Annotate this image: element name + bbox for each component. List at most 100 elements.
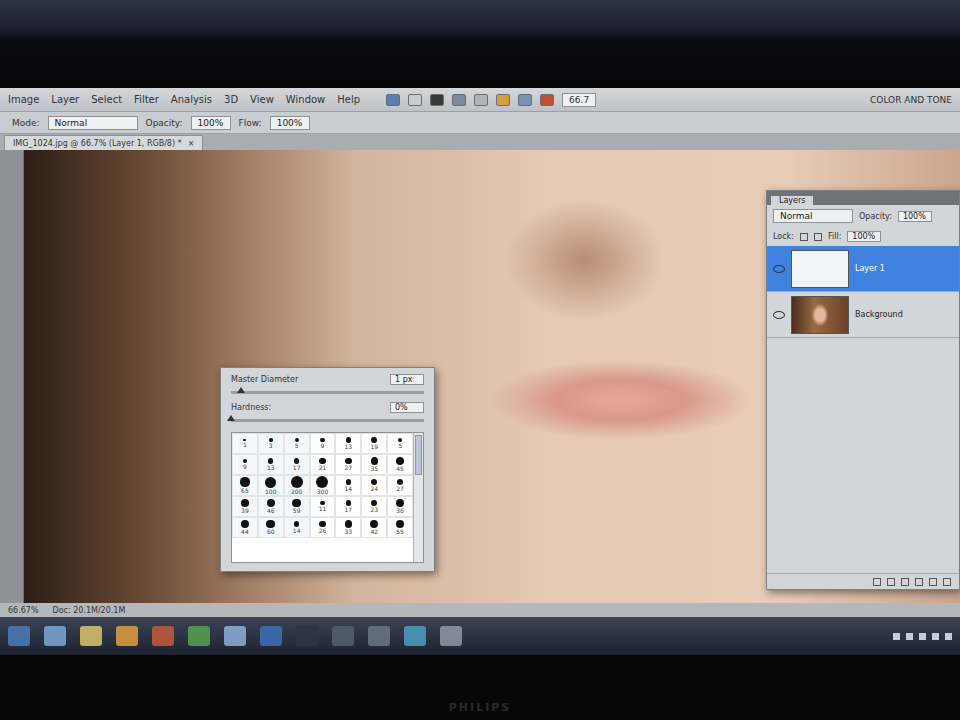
menu-item[interactable]: Image — [8, 94, 39, 105]
taskbar-app-icon[interactable] — [260, 626, 282, 646]
brush-preset[interactable]: 14 — [284, 517, 310, 538]
taskbar-app-icon[interactable] — [188, 626, 210, 646]
brush-preset[interactable]: 60 — [258, 517, 284, 538]
layer-row[interactable]: Layer 1 — [767, 246, 959, 292]
brush-preset[interactable]: 3 — [258, 433, 284, 454]
brush-preset[interactable]: 200 — [284, 475, 310, 496]
tray-icon[interactable] — [945, 633, 952, 640]
brush-preset[interactable]: 21 — [310, 454, 336, 475]
opacity-field[interactable]: 100% — [191, 116, 231, 130]
brush-preset[interactable]: 33 — [335, 517, 361, 538]
taskbar-app-icon[interactable] — [440, 626, 462, 646]
brush-preset[interactable]: 300 — [310, 475, 336, 496]
taskbar-app-icon[interactable] — [404, 626, 426, 646]
menu-item[interactable]: Filter — [134, 94, 159, 105]
brush-preset[interactable]: 26 — [310, 517, 336, 538]
brush-preset[interactable]: 24 — [361, 475, 387, 496]
menu-item[interactable]: Analysis — [171, 94, 212, 105]
brush-preset[interactable]: 13 — [335, 433, 361, 454]
brush-preset[interactable]: 27 — [335, 454, 361, 475]
zoom-field[interactable]: 66.7 — [562, 93, 596, 107]
diameter-field[interactable]: 1 px — [390, 374, 424, 385]
tray-icon[interactable] — [906, 633, 913, 640]
brush-preset[interactable]: 5 — [387, 433, 413, 454]
panel-action-icon[interactable] — [943, 578, 951, 586]
lock-icon[interactable] — [800, 233, 808, 241]
brush-preset[interactable]: 27 — [387, 475, 413, 496]
fill-field[interactable]: 100% — [847, 231, 881, 242]
brush-preset[interactable]: 5 — [284, 433, 310, 454]
toolbar-icon[interactable] — [496, 94, 510, 106]
mode-select[interactable]: Normal — [48, 116, 138, 130]
panel-action-icon[interactable] — [929, 578, 937, 586]
panel-action-icon[interactable] — [915, 578, 923, 586]
brush-preset[interactable]: 39 — [232, 496, 258, 517]
flow-field[interactable]: 100% — [270, 116, 310, 130]
hardness-slider[interactable] — [231, 419, 424, 422]
layers-tab[interactable]: Layers — [771, 196, 813, 205]
menu-item[interactable]: Select — [91, 94, 122, 105]
tray-icon[interactable] — [919, 633, 926, 640]
brush-preset[interactable]: 17 — [284, 454, 310, 475]
menu-item[interactable]: View — [250, 94, 274, 105]
visibility-eye-icon[interactable] — [773, 265, 785, 273]
scrollbar[interactable] — [413, 433, 423, 562]
brush-preset[interactable]: 1 — [232, 433, 258, 454]
slider-thumb[interactable] — [227, 415, 235, 421]
menu-item[interactable]: 3D — [224, 94, 238, 105]
menu-item[interactable]: Help — [337, 94, 360, 105]
brush-preset[interactable]: 36 — [387, 496, 413, 517]
taskbar-app-icon[interactable] — [44, 626, 66, 646]
brush-preset[interactable]: 17 — [335, 496, 361, 517]
taskbar-app-icon[interactable] — [224, 626, 246, 646]
menu-item[interactable]: Layer — [51, 94, 79, 105]
scroll-thumb[interactable] — [415, 435, 422, 475]
taskbar-app-icon[interactable] — [8, 626, 30, 646]
toolbar-icon[interactable] — [408, 94, 422, 106]
document-tab[interactable]: IMG_1024.jpg @ 66.7% (Layer 1, RGB/8) *× — [4, 135, 203, 150]
workspace-switcher[interactable]: COLOR AND TONE — [870, 95, 952, 105]
brush-preset[interactable]: 9 — [310, 433, 336, 454]
brush-preset[interactable]: 55 — [387, 517, 413, 538]
brush-preset[interactable]: 23 — [361, 496, 387, 517]
layer-row[interactable]: Background — [767, 292, 959, 338]
toolbar-icon[interactable] — [518, 94, 532, 106]
tray-icon[interactable] — [893, 633, 900, 640]
panel-action-icon[interactable] — [901, 578, 909, 586]
taskbar-app-icon[interactable] — [332, 626, 354, 646]
brush-preset[interactable]: 100 — [258, 475, 284, 496]
taskbar-app-icon[interactable] — [296, 626, 318, 646]
brush-preset[interactable]: 42 — [361, 517, 387, 538]
toolbar-icon[interactable] — [386, 94, 400, 106]
brush-preset[interactable]: 46 — [258, 496, 284, 517]
brush-preset[interactable]: 11 — [310, 496, 336, 517]
taskbar-app-icon[interactable] — [152, 626, 174, 646]
toolbar-icon[interactable] — [540, 94, 554, 106]
brush-preset[interactable]: 65 — [232, 475, 258, 496]
brush-preset[interactable]: 13 — [258, 454, 284, 475]
panel-action-icon[interactable] — [873, 578, 881, 586]
close-button[interactable]: × — [188, 139, 195, 148]
brush-preset[interactable]: 14 — [335, 475, 361, 496]
toolbar-icon[interactable] — [474, 94, 488, 106]
taskbar-app-icon[interactable] — [368, 626, 390, 646]
blend-mode-select[interactable]: Normal — [773, 209, 853, 223]
menu-item[interactable]: Window — [286, 94, 325, 105]
opacity-field[interactable]: 100% — [898, 211, 932, 222]
brush-preset[interactable]: 44 — [232, 517, 258, 538]
panel-action-icon[interactable] — [887, 578, 895, 586]
tray-icon[interactable] — [932, 633, 939, 640]
visibility-eye-icon[interactable] — [773, 311, 785, 319]
brush-preset[interactable]: 19 — [361, 433, 387, 454]
toolbar-icon[interactable] — [452, 94, 466, 106]
brush-preset[interactable]: 35 — [361, 454, 387, 475]
brush-preset[interactable]: 9 — [232, 454, 258, 475]
taskbar-app-icon[interactable] — [80, 626, 102, 646]
taskbar-app-icon[interactable] — [116, 626, 138, 646]
brush-preset[interactable]: 59 — [284, 496, 310, 517]
lock-icon[interactable] — [814, 233, 822, 241]
brush-preset[interactable]: 45 — [387, 454, 413, 475]
hardness-field[interactable]: 0% — [390, 402, 424, 413]
slider-thumb[interactable] — [237, 387, 245, 393]
toolbar-icon[interactable] — [430, 94, 444, 106]
